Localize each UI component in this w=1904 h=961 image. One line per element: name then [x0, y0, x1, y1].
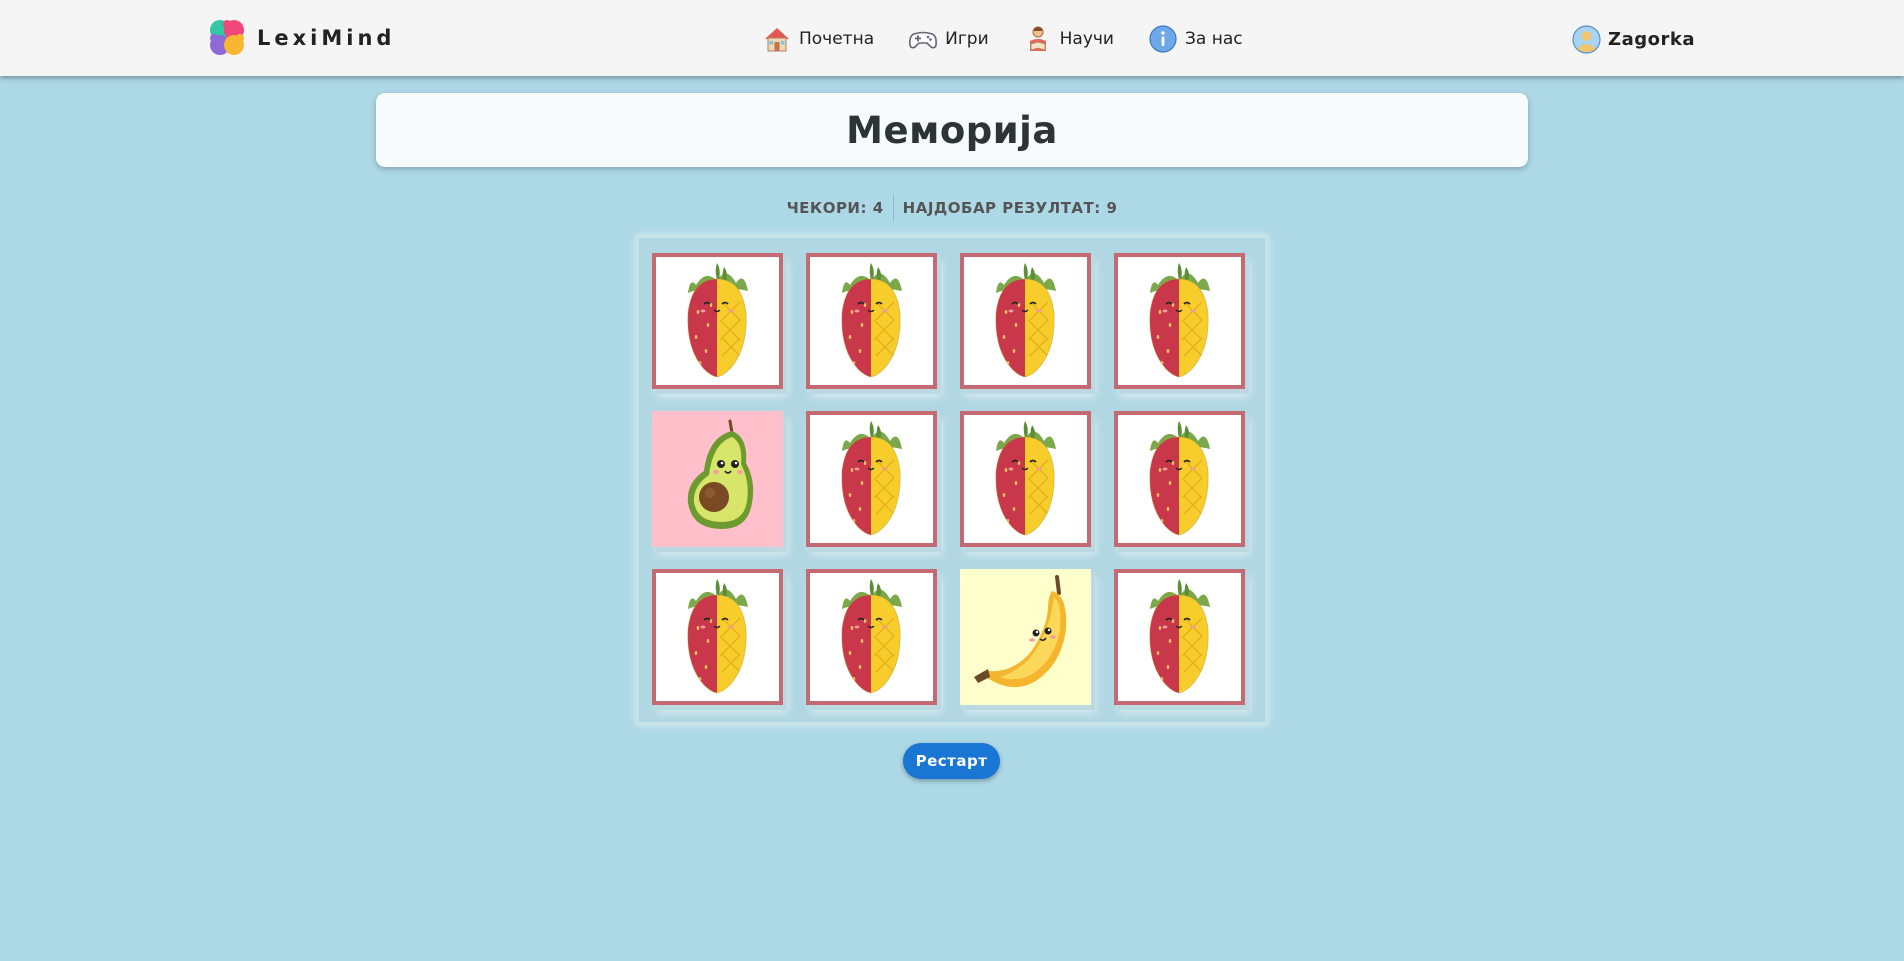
- strawberry-pineapple-icon: [810, 573, 933, 701]
- memory-card[interactable]: [1114, 411, 1245, 547]
- memory-card[interactable]: [1114, 569, 1245, 705]
- memory-card[interactable]: [960, 411, 1091, 547]
- strawberry-pineapple-icon: [656, 573, 779, 701]
- navbar: LexiMind Почетна Игри Научи За нас Zagor…: [0, 0, 1904, 76]
- strawberry-pineapple-icon: [656, 257, 779, 385]
- nav-link-label: Научи: [1059, 29, 1114, 49]
- best-score: НАЈДОБАР РЕЗУЛТАТ: 9: [902, 199, 1118, 217]
- game-stats: ЧЕКОРИ: 4 НАЈДОБАР РЕЗУЛТАТ: 9: [0, 192, 1904, 224]
- home-icon: [765, 28, 789, 52]
- memory-card-revealed[interactable]: [960, 569, 1091, 705]
- strawberry-pineapple-icon: [1118, 573, 1241, 701]
- user-menu[interactable]: Zagorka: [1572, 22, 1695, 56]
- brand-link[interactable]: LexiMind: [207, 18, 395, 58]
- memory-card[interactable]: [1114, 253, 1245, 389]
- strawberry-pineapple-icon: [810, 257, 933, 385]
- nav-link-about[interactable]: За нас: [1148, 24, 1243, 54]
- nav-links: Почетна Игри Научи За нас: [762, 22, 1243, 56]
- strawberry-pineapple-icon: [964, 415, 1087, 543]
- nav-link-learn[interactable]: Научи: [1023, 24, 1114, 54]
- nav-link-home[interactable]: Почетна: [762, 24, 874, 54]
- nav-link-label: За нас: [1184, 29, 1243, 49]
- restart-button[interactable]: Рестарт: [903, 743, 1000, 779]
- title-card: Меморија: [376, 93, 1528, 167]
- nav-link-label: Почетна: [799, 29, 875, 49]
- memory-card[interactable]: [652, 253, 783, 389]
- page-title: Меморија: [846, 108, 1058, 152]
- gamepad-icon: [909, 31, 938, 49]
- memory-board: [636, 235, 1268, 725]
- nav-link-label: Игри: [945, 29, 989, 49]
- reading-icon: [1029, 26, 1046, 51]
- memory-card-revealed[interactable]: [652, 411, 783, 547]
- strawberry-pineapple-icon: [1118, 415, 1241, 543]
- info-icon: [1149, 25, 1177, 53]
- brand-name: LexiMind: [257, 26, 396, 50]
- avocado-icon: [687, 419, 754, 529]
- strawberry-pineapple-icon: [1118, 257, 1241, 385]
- strawberry-pineapple-icon: [964, 257, 1087, 385]
- user-avatar-icon: [1572, 24, 1601, 54]
- user-name: Zagorka: [1608, 28, 1695, 50]
- brain-puzzle-logo-icon: [210, 20, 244, 55]
- memory-card[interactable]: [652, 569, 783, 705]
- banana-icon: [974, 575, 1067, 688]
- nav-link-games[interactable]: Игри: [908, 24, 989, 54]
- memory-card[interactable]: [806, 253, 937, 389]
- memory-card[interactable]: [806, 569, 937, 705]
- memory-card[interactable]: [806, 411, 937, 547]
- strawberry-pineapple-icon: [810, 415, 933, 543]
- moves-counter: ЧЕКОРИ: 4: [786, 199, 884, 217]
- memory-card[interactable]: [960, 253, 1091, 389]
